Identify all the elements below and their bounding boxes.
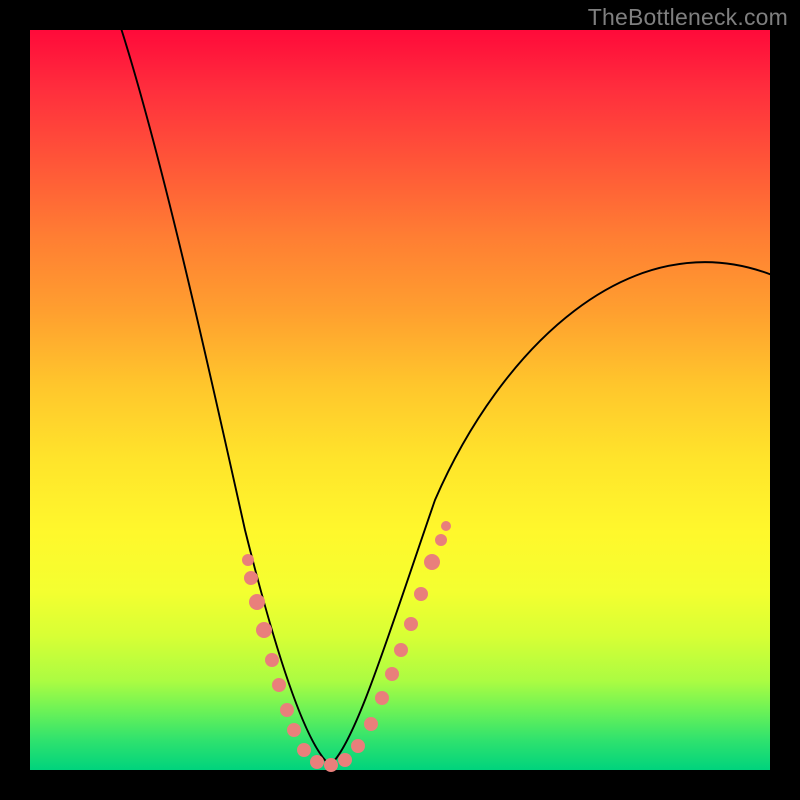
data-dot	[265, 653, 279, 667]
data-dot	[242, 554, 254, 566]
data-dot	[385, 667, 399, 681]
bottleneck-curve	[120, 25, 772, 765]
data-dot	[414, 587, 428, 601]
data-dot	[351, 739, 365, 753]
data-dot	[287, 723, 301, 737]
chart-frame: TheBottleneck.com	[0, 0, 800, 800]
data-dot	[375, 691, 389, 705]
data-dot	[272, 678, 286, 692]
data-dot	[424, 554, 440, 570]
data-dot	[364, 717, 378, 731]
dot-layer	[242, 521, 451, 772]
data-dot	[394, 643, 408, 657]
data-dot	[338, 753, 352, 767]
data-dot	[324, 758, 338, 772]
data-dot	[244, 571, 258, 585]
curve-svg	[30, 30, 770, 770]
data-dot	[441, 521, 451, 531]
watermark-text: TheBottleneck.com	[588, 4, 788, 31]
data-dot	[297, 743, 311, 757]
data-dot	[249, 594, 265, 610]
data-dot	[256, 622, 272, 638]
data-dot	[404, 617, 418, 631]
data-dot	[435, 534, 447, 546]
plot-area	[30, 30, 770, 770]
data-dot	[310, 755, 324, 769]
data-dot	[280, 703, 294, 717]
